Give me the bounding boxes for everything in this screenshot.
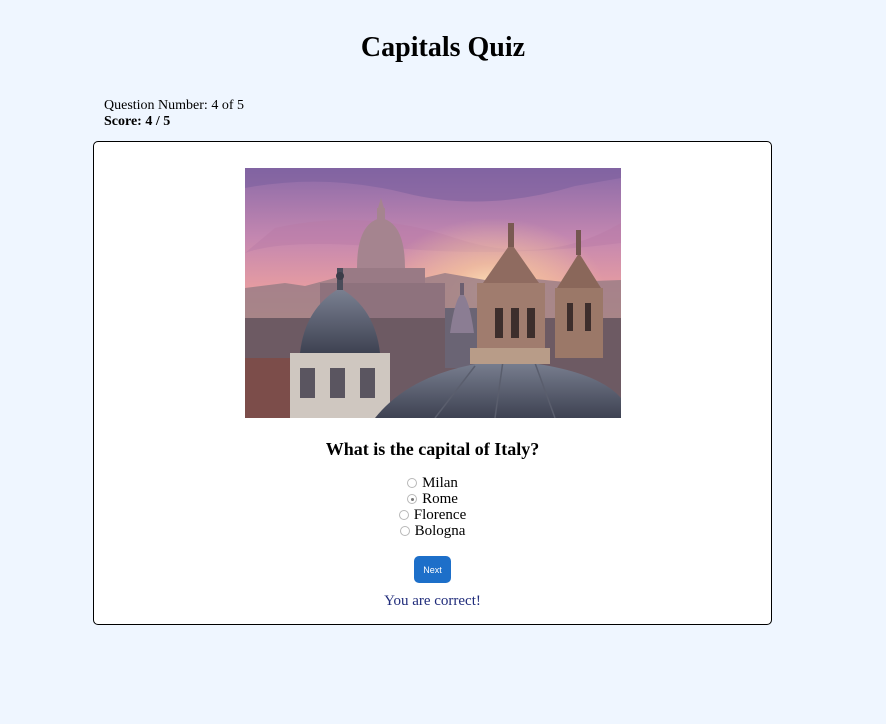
radio-button[interactable] <box>398 510 409 520</box>
score: Score: 4 / 5 <box>104 114 171 129</box>
radio-button[interactable] <box>407 478 418 488</box>
answer-options: Milan Rome Florence Bologna <box>94 475 771 539</box>
quiz-status: Question Number: 4 of 5 Score: 4 / 5 <box>104 98 244 130</box>
option-label: Milan <box>422 475 458 491</box>
option-label: Florence <box>413 507 467 523</box>
option-milan[interactable]: Milan <box>94 475 771 491</box>
feedback-message: You are correct! <box>384 593 481 609</box>
radio-button[interactable] <box>399 526 410 536</box>
option-label: Rome <box>422 491 458 507</box>
question-number: Question Number: 4 of 5 <box>104 98 244 113</box>
radio-button-selected[interactable] <box>407 494 418 504</box>
next-button[interactable]: Next <box>414 556 451 583</box>
option-label: Bologna <box>414 523 466 539</box>
question-text: What is the capital of Italy? <box>325 439 540 459</box>
option-rome[interactable]: Rome <box>94 491 771 507</box>
rome-skyline-photo <box>245 168 621 418</box>
quiz-card: What is the capital of Italy? Milan Rome… <box>93 141 772 625</box>
option-florence[interactable]: Florence <box>94 507 771 523</box>
page-title: Capitals Quiz <box>360 32 526 63</box>
option-bologna[interactable]: Bologna <box>94 523 771 539</box>
